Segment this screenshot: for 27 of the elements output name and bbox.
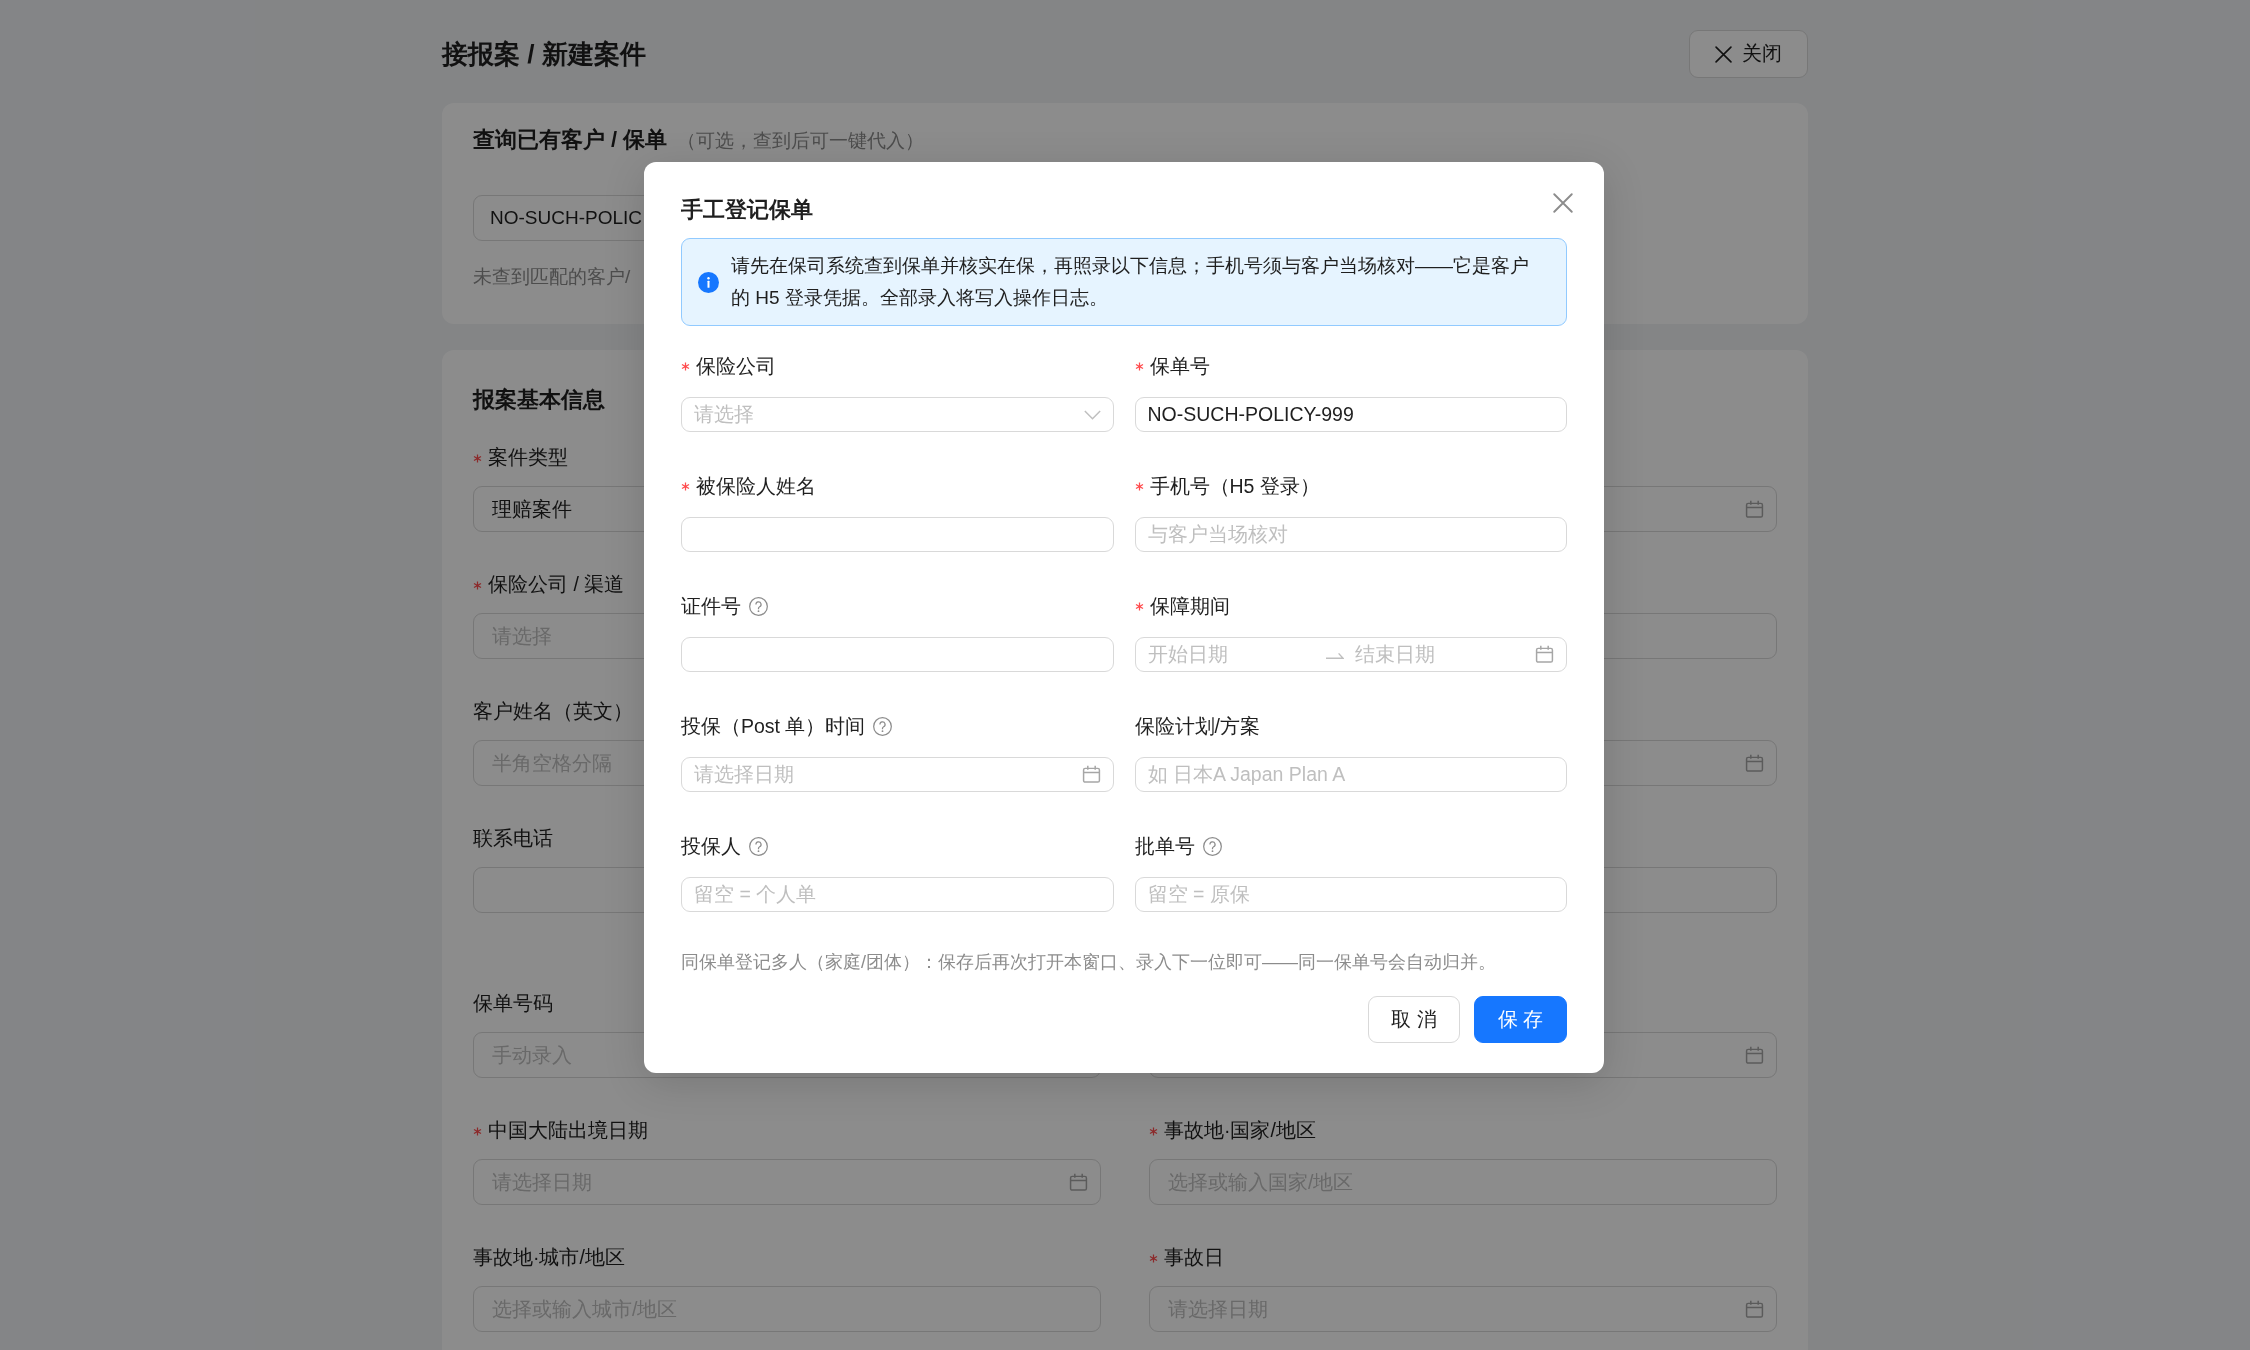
field-label: 证件号 — [681, 593, 741, 619]
field-label: 投保（Post 单）时间 — [681, 713, 866, 739]
field-label: 被保险人姓名 — [696, 473, 816, 499]
section-title: 报案基本信息 — [473, 386, 605, 414]
field-label: 联系电话 — [473, 826, 553, 852]
field-label: 手机号（H5 登录） — [1149, 473, 1320, 499]
alert-message: 请先在保司系统查到保单并核实在保，再照录以下信息；手机号须与客户当场核对——它是客户的 H5 登录凭据。全部录入将写入操作日志。 — [731, 254, 1530, 310]
field-label: 事故日 — [1164, 1245, 1224, 1271]
card-title: 查询已有客户 / 保单 — [473, 126, 668, 154]
form-note: 同保单登记多人（家庭/团体）：保存后再次打开本窗口、录入下一位即可——同一保单号会自动归并。 — [681, 951, 1496, 974]
field-label: 保险计划/方案 — [1134, 713, 1260, 739]
field-label: 中国大陆出境日期 — [488, 1118, 648, 1144]
field-label: 客户姓名（英文） — [473, 699, 633, 725]
field-label: 保单号 — [1149, 353, 1210, 379]
field-label: 批单号 — [1134, 833, 1195, 859]
field-label: 保障期间 — [1149, 593, 1230, 619]
dialog-title: 手工登记保单 — [681, 196, 813, 224]
field-label: 保单号码 — [473, 991, 553, 1017]
card-subtitle: （可选，查到后可一键代入） — [677, 129, 925, 153]
field-label: 保险公司 / 渠道 — [488, 572, 625, 598]
page-title: 接报案 / 新建案件 — [442, 38, 646, 71]
field-label: 案件类型 — [488, 445, 568, 471]
field-label: 事故地·城市/地区 — [473, 1245, 625, 1271]
field-label: 保险公司 — [696, 353, 776, 379]
search-result-message: 未查到匹配的客户/ — [473, 265, 631, 289]
field-label: 投保人 — [681, 833, 741, 859]
field-label: 事故地·国家/地区 — [1164, 1118, 1316, 1144]
